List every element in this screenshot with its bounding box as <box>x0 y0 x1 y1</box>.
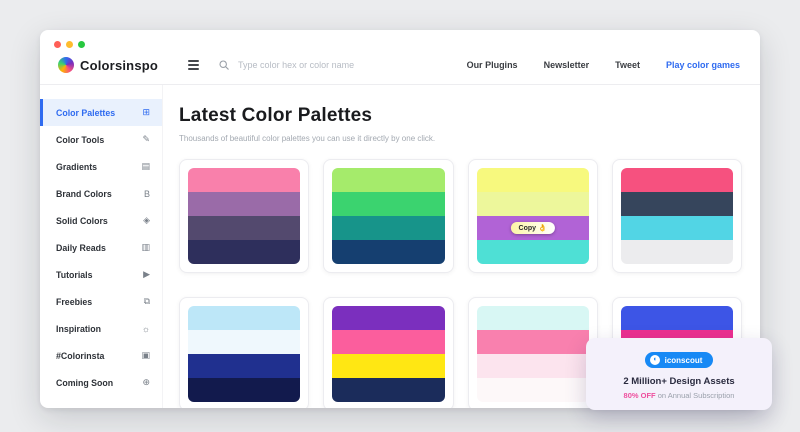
sidebar-item-freebies[interactable]: Freebies ⧉ <box>40 288 162 315</box>
header-nav: Our Plugins Newsletter Tweet Play color … <box>467 60 740 70</box>
iconscout-logo-icon: ◖ <box>650 355 660 365</box>
site-header: Colorsinspo Our Plugins Newsletter Tweet… <box>40 48 760 85</box>
palette-band[interactable] <box>477 240 589 264</box>
search-icon <box>219 60 229 70</box>
palette-band[interactable] <box>477 192 589 216</box>
page-subtitle: Thousands of beautiful color palettes yo… <box>179 134 742 143</box>
palette-card <box>323 297 453 408</box>
gradient-card-icon: ▤ <box>141 161 150 172</box>
sidebar-item-coming-soon[interactable]: Coming Soon ⊕ <box>40 369 162 396</box>
palette-band[interactable] <box>188 192 300 216</box>
palette-card <box>179 297 309 408</box>
promo-offer-suffix: on Annual Subscription <box>656 391 735 400</box>
nav-newsletter[interactable]: Newsletter <box>544 60 590 70</box>
sidebar-item-tutorials[interactable]: Tutorials ▶ <box>40 261 162 288</box>
close-window-button[interactable] <box>54 41 61 48</box>
palette-card: Copy 👌 <box>468 159 598 273</box>
palette-card <box>468 297 598 408</box>
palette-band[interactable] <box>477 306 589 330</box>
video-play-icon: ▶ <box>143 269 150 280</box>
palette-band[interactable] <box>621 216 733 240</box>
palette-band[interactable] <box>477 330 589 354</box>
sidebar-item-inspiration[interactable]: Inspiration ☼ <box>40 315 162 342</box>
bulb-icon: ☼ <box>142 324 150 334</box>
palette-band[interactable] <box>188 306 300 330</box>
colorsinspo-logo[interactable]: Colorsinspo <box>58 57 158 73</box>
nav-tweet[interactable]: Tweet <box>615 60 640 70</box>
palette-band[interactable] <box>332 354 444 378</box>
palette-band[interactable] <box>332 216 444 240</box>
palette-card <box>179 159 309 273</box>
book-icon: ▥ <box>141 242 150 253</box>
palette-band[interactable] <box>332 240 444 264</box>
palette-band[interactable] <box>621 192 733 216</box>
nav-our-plugins[interactable]: Our Plugins <box>467 60 518 70</box>
window-titlebar <box>40 30 760 48</box>
brand-b-icon: B <box>144 189 150 199</box>
palette-band[interactable] <box>188 378 300 402</box>
logo-text: Colorsinspo <box>80 58 158 73</box>
search-bar <box>219 59 415 71</box>
palette-band[interactable] <box>332 330 444 354</box>
sidebar-item-daily-reads[interactable]: Daily Reads ▥ <box>40 234 162 261</box>
sidebar-item-solid-colors[interactable]: Solid Colors ◈ <box>40 207 162 234</box>
palettes-grid-icon: ⊞ <box>142 107 150 118</box>
iconscout-brand-badge: ◖ iconscout <box>645 352 714 368</box>
sidebar-item-gradients[interactable]: Gradients ▤ <box>40 153 162 180</box>
palette-band[interactable] <box>477 168 589 192</box>
palette-band[interactable] <box>621 168 733 192</box>
sidebar: Color Palettes ⊞ Color Tools ✎ Gradients… <box>40 85 163 408</box>
palette-band[interactable] <box>477 354 589 378</box>
sidebar-item-brand-colors[interactable]: Brand Colors B <box>40 180 162 207</box>
palette-band[interactable] <box>332 306 444 330</box>
palette-band[interactable] <box>188 216 300 240</box>
solid-swatch-icon: ◈ <box>143 215 150 226</box>
palette-band[interactable] <box>621 306 733 330</box>
palette-band[interactable] <box>332 378 444 402</box>
nav-play-color-games[interactable]: Play color games <box>666 60 740 70</box>
palette-band[interactable] <box>188 330 300 354</box>
pencil-icon: ✎ <box>142 134 150 145</box>
sidebar-item-colorinsta[interactable]: #Colorinsta ▣ <box>40 342 162 369</box>
palette-band[interactable] <box>188 354 300 378</box>
iconscout-promo-card[interactable]: ◖ iconscout 2 Million+ Design Assets 80%… <box>586 338 772 410</box>
copy-button[interactable]: Copy 👌 <box>511 222 555 234</box>
globe-icon: ⊕ <box>142 377 150 388</box>
palette-band[interactable] <box>332 192 444 216</box>
sidebar-item-color-palettes[interactable]: Color Palettes ⊞ <box>40 99 162 126</box>
palette-band[interactable] <box>188 240 300 264</box>
palette-band[interactable] <box>477 378 589 402</box>
minimize-window-button[interactable] <box>66 41 73 48</box>
search-input[interactable] <box>236 59 415 71</box>
hamburger-menu-icon[interactable] <box>186 58 201 72</box>
palette-card <box>612 159 742 273</box>
palette-band[interactable]: Copy 👌 <box>477 216 589 240</box>
colorsinspo-logo-icon <box>58 57 74 73</box>
palette-card <box>323 159 453 273</box>
palette-band[interactable] <box>332 168 444 192</box>
page-title: Latest Color Palettes <box>179 105 742 127</box>
promo-title: 2 Million+ Design Assets <box>596 376 762 387</box>
palette-band[interactable] <box>188 168 300 192</box>
palette-band[interactable] <box>621 240 733 264</box>
promo-offer-percent: 80% OFF <box>624 391 656 400</box>
freebies-box-icon: ⧉ <box>144 296 150 307</box>
promo-offer: 80% OFF on Annual Subscription <box>596 391 762 400</box>
instagram-icon: ▣ <box>141 350 150 361</box>
maximize-window-button[interactable] <box>78 41 85 48</box>
sidebar-item-color-tools[interactable]: Color Tools ✎ <box>40 126 162 153</box>
